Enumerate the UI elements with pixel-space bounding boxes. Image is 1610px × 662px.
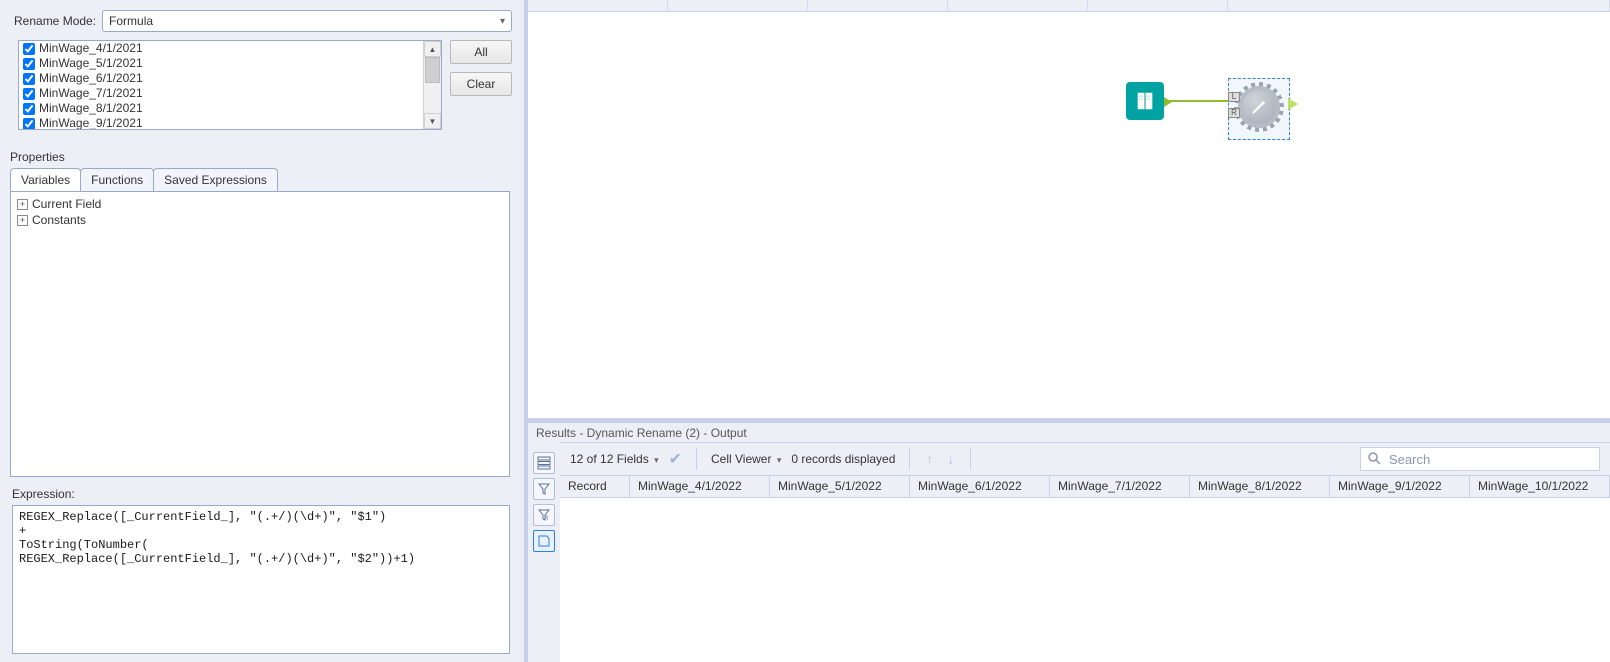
input-anchor-l[interactable]: L bbox=[1228, 92, 1240, 102]
tab-functions[interactable]: Functions bbox=[80, 168, 154, 191]
expand-icon[interactable]: + bbox=[17, 199, 28, 210]
scroll-up-icon[interactable]: ▲ bbox=[424, 41, 441, 57]
check-icon[interactable]: ✔ bbox=[669, 449, 682, 469]
column-header[interactable]: MinWage_5/1/2022 bbox=[770, 476, 910, 497]
field-checkbox[interactable] bbox=[23, 118, 35, 130]
field-checklist-item[interactable]: MinWage_7/1/2021 bbox=[19, 86, 423, 101]
filter-l-icon[interactable] bbox=[533, 478, 555, 500]
pencil-icon bbox=[1250, 98, 1268, 116]
search-input[interactable] bbox=[1387, 451, 1593, 468]
column-header[interactable]: Record bbox=[560, 476, 630, 497]
column-header[interactable]: MinWage_6/1/2022 bbox=[910, 476, 1050, 497]
fields-summary[interactable]: 12 of 12 Fields ▾ bbox=[570, 452, 659, 466]
field-checklist-item[interactable]: MinWage_9/1/2021 bbox=[19, 116, 423, 129]
text-input-tool[interactable] bbox=[1126, 82, 1164, 120]
scroll-thumb[interactable] bbox=[425, 57, 440, 83]
dynamic-rename-tool[interactable] bbox=[1238, 86, 1280, 128]
field-checkbox[interactable] bbox=[23, 43, 35, 55]
column-header[interactable]: MinWage_10/1/2022 bbox=[1470, 476, 1610, 497]
results-toolbar: 12 of 12 Fields ▾ ✔ Cell Viewer ▾ 0 reco… bbox=[560, 442, 1610, 476]
tree-item-constants[interactable]: + Constants bbox=[17, 212, 503, 228]
toolbar-strip bbox=[528, 0, 1610, 12]
field-label: MinWage_6/1/2021 bbox=[39, 71, 143, 86]
scroll-down-icon[interactable]: ▼ bbox=[424, 113, 441, 129]
book-icon bbox=[1134, 90, 1156, 112]
results-title: Results - Dynamic Rename (2) - Output bbox=[528, 422, 1610, 442]
field-list-scrollbar[interactable]: ▲ ▼ bbox=[423, 41, 441, 129]
clear-button[interactable]: Clear bbox=[450, 72, 512, 96]
tree-item-label: Constants bbox=[32, 213, 86, 227]
config-panel: Rename Mode: Formula ▾ MinWage_4/1/2021M… bbox=[0, 0, 528, 662]
results-grid-body[interactable] bbox=[560, 498, 1610, 662]
rename-mode-value: Formula bbox=[109, 14, 153, 28]
column-header[interactable]: MinWage_7/1/2022 bbox=[1050, 476, 1190, 497]
rename-mode-select[interactable]: Formula ▾ bbox=[102, 10, 512, 32]
connection-wire bbox=[1166, 100, 1228, 102]
column-header[interactable]: MinWage_8/1/2022 bbox=[1190, 476, 1330, 497]
search-box[interactable] bbox=[1360, 447, 1600, 471]
cell-viewer-label: Cell Viewer bbox=[711, 452, 771, 466]
column-header[interactable]: MinWage_4/1/2022 bbox=[630, 476, 770, 497]
expression-label: Expression: bbox=[4, 477, 516, 505]
field-label: MinWage_5/1/2021 bbox=[39, 56, 143, 71]
column-header[interactable]: MinWage_9/1/2022 bbox=[1330, 476, 1470, 497]
workflow-canvas[interactable]: L R bbox=[528, 12, 1610, 422]
all-button[interactable]: All bbox=[450, 40, 512, 64]
field-checklist-item[interactable]: MinWage_4/1/2021 bbox=[19, 41, 423, 56]
expression-editor[interactable]: REGEX_Replace([_CurrentField_], "(.+/)(\… bbox=[12, 505, 510, 654]
results-grid-header: RecordMinWage_4/1/2022MinWage_5/1/2022Mi… bbox=[560, 476, 1610, 498]
output-anchor-icon[interactable] bbox=[1288, 98, 1298, 110]
output-anchor-icon[interactable] bbox=[1164, 97, 1172, 107]
field-label: MinWage_9/1/2021 bbox=[39, 116, 143, 129]
chevron-down-icon[interactable]: ▾ bbox=[777, 455, 782, 465]
tree-item-current-field[interactable]: + Current Field bbox=[17, 196, 503, 212]
expand-icon[interactable]: + bbox=[17, 215, 28, 226]
fields-summary-text: 12 of 12 Fields bbox=[570, 452, 649, 466]
metadata-icon[interactable] bbox=[533, 530, 555, 552]
chevron-down-icon[interactable]: ▾ bbox=[654, 455, 659, 465]
search-icon bbox=[1367, 451, 1381, 468]
chevron-down-icon: ▾ bbox=[500, 16, 505, 27]
field-label: MinWage_7/1/2021 bbox=[39, 86, 143, 101]
filter-r-icon[interactable]: R bbox=[533, 504, 555, 526]
input-anchor-r[interactable]: R bbox=[1228, 108, 1240, 118]
rename-mode-label: Rename Mode: bbox=[14, 14, 96, 28]
field-checkbox[interactable] bbox=[23, 73, 35, 85]
field-checkbox[interactable] bbox=[23, 88, 35, 100]
arrow-up-icon[interactable]: ↑ bbox=[924, 451, 935, 467]
rows-icon[interactable] bbox=[533, 452, 555, 474]
properties-label: Properties bbox=[4, 130, 516, 168]
field-checklist-item[interactable]: MinWage_6/1/2021 bbox=[19, 71, 423, 86]
svg-text:R: R bbox=[544, 516, 549, 522]
field-checkbox[interactable] bbox=[23, 58, 35, 70]
field-checklist[interactable]: MinWage_4/1/2021MinWage_5/1/2021MinWage_… bbox=[18, 40, 442, 130]
arrow-down-icon[interactable]: ↓ bbox=[945, 451, 956, 467]
field-label: MinWage_4/1/2021 bbox=[39, 41, 143, 56]
cell-viewer-menu[interactable]: Cell Viewer ▾ bbox=[711, 452, 781, 466]
tab-saved-expressions[interactable]: Saved Expressions bbox=[153, 168, 278, 191]
variables-tree[interactable]: + Current Field + Constants bbox=[10, 191, 510, 477]
results-side-toolbar: R bbox=[528, 442, 560, 662]
tree-item-label: Current Field bbox=[32, 197, 101, 211]
field-checklist-item[interactable]: MinWage_8/1/2021 bbox=[19, 101, 423, 116]
field-checkbox[interactable] bbox=[23, 103, 35, 115]
tab-variables[interactable]: Variables bbox=[10, 168, 81, 191]
field-label: MinWage_8/1/2021 bbox=[39, 101, 143, 116]
field-checklist-item[interactable]: MinWage_5/1/2021 bbox=[19, 56, 423, 71]
records-displayed: 0 records displayed bbox=[791, 452, 895, 466]
